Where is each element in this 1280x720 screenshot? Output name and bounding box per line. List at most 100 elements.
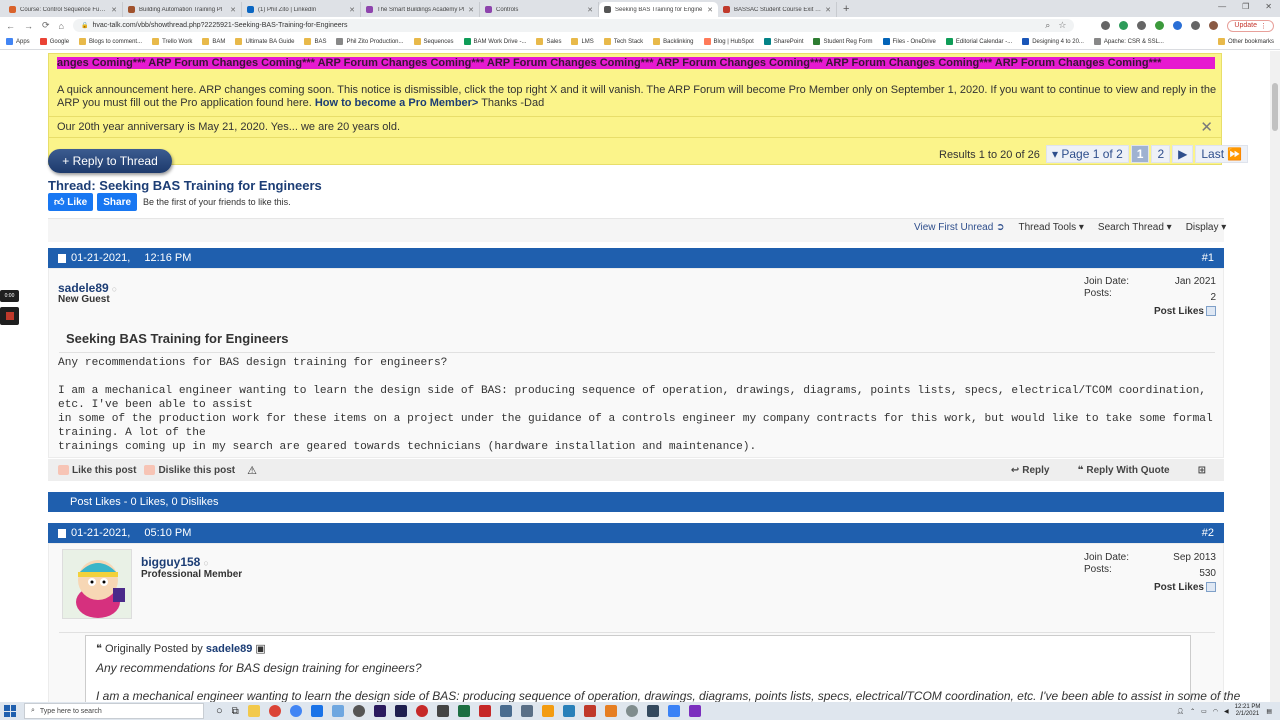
browser-tab[interactable]: Controls ✕ bbox=[480, 2, 599, 17]
bookmark-item[interactable]: BAM Work Drive -... bbox=[463, 38, 526, 45]
close-tab-icon[interactable]: ✕ bbox=[707, 6, 713, 14]
bookmark-item[interactable]: Phil Zito Production... bbox=[336, 38, 404, 45]
update-button[interactable]: Update ⋮ bbox=[1227, 19, 1274, 32]
bookmark-item[interactable]: SharePoint bbox=[763, 38, 803, 45]
notification-icon[interactable]: ▤ bbox=[1266, 708, 1272, 715]
page-jump-dropdown[interactable]: ▾ Page 1 of 2 bbox=[1046, 145, 1129, 163]
record-stop-button[interactable] bbox=[0, 307, 19, 325]
extension-icon[interactable] bbox=[1101, 21, 1111, 30]
search-thread-menu[interactable]: Search Thread ▾ bbox=[1098, 222, 1172, 233]
reload-icon[interactable]: ⟳ bbox=[42, 20, 50, 31]
reply-with-quote-button[interactable]: ❝ Reply With Quote bbox=[1077, 465, 1169, 476]
chevron-up-icon[interactable]: ⌃ bbox=[1190, 708, 1195, 715]
page-scrollbar[interactable] bbox=[1270, 51, 1280, 702]
multi-quote-icon[interactable]: ⊞ bbox=[1198, 465, 1206, 476]
next-page-icon[interactable]: ▶ bbox=[1172, 145, 1194, 163]
report-warning-icon[interactable]: ⚠ bbox=[247, 464, 257, 477]
facebook-like-button[interactable]: 👍︎ Like bbox=[48, 193, 94, 211]
post-likes-link[interactable]: Post Likes bbox=[1084, 582, 1216, 593]
post-author-link[interactable]: sadele89 ○ bbox=[58, 281, 117, 295]
windows-start-icon[interactable] bbox=[4, 705, 16, 717]
app-icon[interactable] bbox=[646, 705, 659, 717]
browser-tab[interactable]: BASSAC Student Course Exit Eval ✕ bbox=[718, 2, 837, 17]
bookmark-item[interactable]: Sequences bbox=[413, 38, 454, 45]
bookmark-item[interactable]: Apache: CSR & SSL... bbox=[1093, 38, 1164, 45]
file-explorer-icon[interactable] bbox=[247, 705, 260, 717]
bookmark-item[interactable]: Blogs to comment... bbox=[79, 38, 142, 45]
bookmark-item[interactable]: BAM bbox=[202, 38, 225, 45]
address-bar[interactable]: 🔒 hvac-talk.com/vbb/showthread.php?22259… bbox=[72, 19, 1075, 32]
view-first-unread-link[interactable]: View First Unread ➲ bbox=[914, 222, 1004, 233]
minimize-icon[interactable]: — bbox=[1218, 2, 1226, 11]
user-avatar[interactable] bbox=[62, 549, 132, 619]
clock[interactable]: 12:21 PM 2/1/2021 bbox=[1235, 704, 1261, 718]
bookmark-item[interactable]: Trello Work bbox=[152, 38, 192, 45]
bookmark-item[interactable]: Editorial Calendar -... bbox=[945, 38, 1012, 45]
page-1-link[interactable]: 1 bbox=[1130, 145, 1150, 163]
extensions-puzzle-icon[interactable] bbox=[1191, 21, 1201, 30]
zoom-icon[interactable]: ⌕ bbox=[1045, 20, 1050, 31]
browser-tab[interactable]: Course: Control Sequence Funda ✕ bbox=[4, 2, 123, 17]
acrobat-icon[interactable] bbox=[415, 705, 428, 717]
bookmark-item[interactable]: Google bbox=[39, 38, 69, 45]
close-window-icon[interactable]: ✕ bbox=[1265, 2, 1272, 11]
like-post-button[interactable]: Like this post bbox=[58, 465, 136, 476]
app-icon[interactable] bbox=[499, 705, 512, 717]
word-icon[interactable] bbox=[688, 705, 701, 717]
excel-icon[interactable] bbox=[457, 705, 470, 717]
cortana-icon[interactable]: ○ bbox=[216, 705, 223, 717]
battery-icon[interactable]: ▭ bbox=[1201, 708, 1207, 715]
premiere-icon[interactable] bbox=[373, 705, 386, 717]
bookmark-item[interactable]: Blog | HubSpot bbox=[703, 38, 754, 45]
app-icon[interactable] bbox=[436, 705, 449, 717]
bookmark-item[interactable]: Sales bbox=[536, 38, 561, 45]
close-tab-icon[interactable]: ✕ bbox=[349, 6, 355, 14]
close-tab-icon[interactable]: ✕ bbox=[111, 6, 117, 14]
other-bookmarks[interactable]: Other bookmarks bbox=[1217, 38, 1274, 45]
app-icon[interactable] bbox=[541, 705, 554, 717]
post-likes-link[interactable]: Post Likes bbox=[1084, 306, 1216, 317]
extension-icon[interactable] bbox=[1119, 21, 1129, 30]
last-page-link[interactable]: Last ⏩ bbox=[1195, 145, 1249, 163]
forward-arrow-icon[interactable]: → bbox=[24, 21, 33, 31]
post-author-link[interactable]: bigguy158 ○ bbox=[141, 555, 209, 569]
profile-avatar-icon[interactable] bbox=[1209, 21, 1219, 30]
quoted-author[interactable]: sadele89 bbox=[206, 643, 252, 655]
app-icon[interactable] bbox=[562, 705, 575, 717]
dislike-post-button[interactable]: Dislike this post bbox=[144, 465, 235, 476]
post-number-link[interactable]: #2 bbox=[1202, 527, 1214, 539]
user-icon[interactable]: 👤︎ bbox=[1176, 708, 1184, 715]
bookmark-item[interactable]: BAS bbox=[304, 38, 326, 45]
maximize-icon[interactable]: ❐ bbox=[1242, 2, 1249, 11]
app-icon[interactable] bbox=[310, 705, 323, 717]
wifi-icon[interactable]: ◠ bbox=[1213, 708, 1218, 715]
close-tab-icon[interactable]: ✕ bbox=[825, 6, 831, 14]
close-icon[interactable]: ✕ bbox=[1200, 118, 1213, 138]
bookmark-item[interactable]: Files - OneDrive bbox=[882, 38, 936, 45]
app-icon[interactable] bbox=[667, 705, 680, 717]
home-icon[interactable]: ⌂ bbox=[59, 21, 64, 31]
filezilla-icon[interactable] bbox=[478, 705, 491, 717]
bookmark-item[interactable]: Tech Stack bbox=[603, 38, 643, 45]
bookmark-star-icon[interactable]: ☆ bbox=[1058, 20, 1066, 31]
browser-tab[interactable]: The Smart Buildings Academy Pl ✕ bbox=[361, 2, 480, 17]
extension-icon[interactable] bbox=[1155, 21, 1165, 30]
app-icon[interactable] bbox=[352, 705, 365, 717]
thread-tools-menu[interactable]: Thread Tools ▾ bbox=[1018, 222, 1083, 233]
volume-icon[interactable]: ◀ bbox=[1224, 708, 1229, 715]
reply-to-thread-button[interactable]: + Reply to Thread bbox=[48, 149, 172, 173]
calculator-icon[interactable] bbox=[520, 705, 533, 717]
taskbar-search[interactable]: ⌕ Type here to search bbox=[24, 703, 204, 719]
close-tab-icon[interactable]: ✕ bbox=[468, 6, 474, 14]
extension-icon[interactable] bbox=[1173, 21, 1183, 30]
close-tab-icon[interactable]: ✕ bbox=[587, 6, 593, 14]
browser-tab[interactable]: Building Automation Training Pl ✕ bbox=[123, 2, 242, 17]
bookmark-item[interactable]: Apps bbox=[6, 38, 30, 45]
close-tab-icon[interactable]: ✕ bbox=[230, 6, 236, 14]
display-menu[interactable]: Display ▾ bbox=[1186, 222, 1227, 233]
chrome-icon[interactable] bbox=[289, 705, 302, 717]
bookmark-item[interactable]: Designing 4 to 20... bbox=[1022, 38, 1084, 45]
after-effects-icon[interactable] bbox=[394, 705, 407, 717]
active-app-icon[interactable] bbox=[331, 705, 344, 717]
chrome-icon[interactable] bbox=[268, 705, 281, 717]
